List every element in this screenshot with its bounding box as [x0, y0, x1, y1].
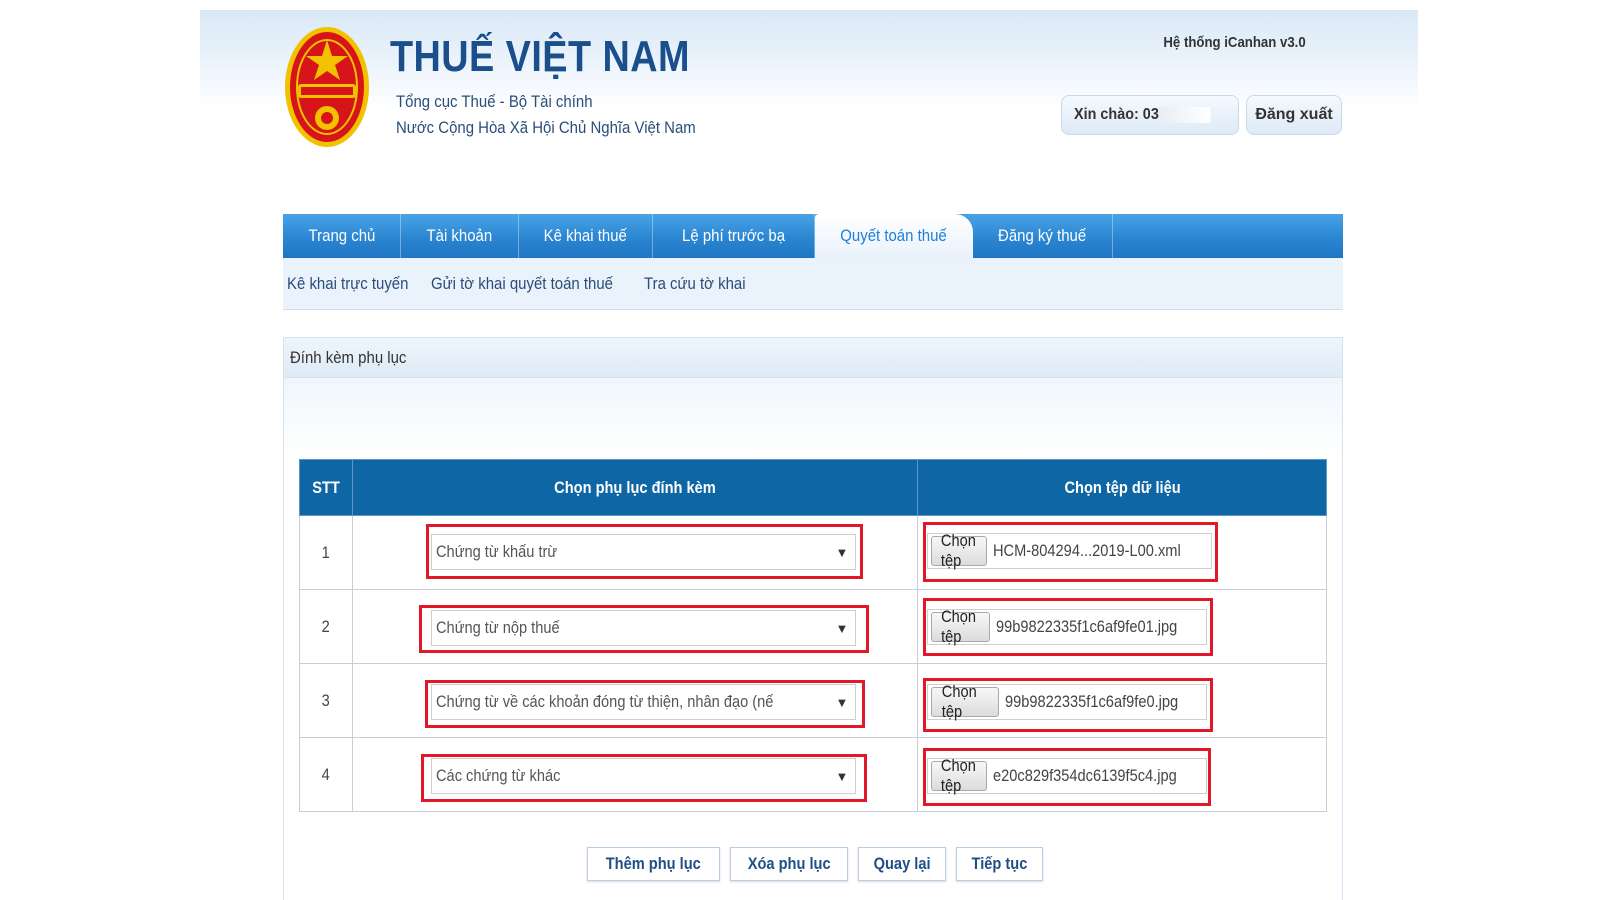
tab-label: Trang chủ: [308, 226, 375, 245]
greeting-text: Xin chào: 03: [1074, 106, 1216, 124]
tab-label: Kê khai thuế: [543, 226, 628, 245]
tab-label: Tài khoản: [426, 226, 493, 245]
tab-quyet-toan-thue[interactable]: Quyết toán thuế: [815, 214, 973, 258]
redacted-user-id: [1158, 106, 1211, 123]
select-value: Chứng từ về các khoản đóng từ thiện, nhâ…: [435, 692, 774, 711]
choose-file-button[interactable]: Chọn tệp: [931, 756, 987, 795]
table-row: 3 Chứng từ về các khoản đóng từ thiện, n…: [299, 663, 1327, 738]
subnav-tra-cuu-to-khai[interactable]: Tra cứu tờ khai: [644, 274, 746, 294]
file-name: HCM-804294...2019-L00.xml: [993, 541, 1181, 560]
button-label: Quay lại: [873, 854, 931, 873]
row-stt: 4: [299, 737, 353, 812]
brand-title: THUẾ VIỆT NAM: [390, 32, 690, 81]
tab-ke-khai-thue[interactable]: Kê khai thuế: [519, 214, 653, 258]
panel-title: Đính kèm phụ lục: [290, 347, 407, 367]
chevron-down-icon: ▼: [835, 694, 849, 710]
header-file: Chọn tệp dữ liệu: [917, 459, 1327, 516]
greeting-label: Xin chào: 03: [1074, 106, 1159, 123]
brand-subtitle-country: Nước Cộng Hòa Xã Hội Chủ Nghĩa Việt Nam: [396, 118, 696, 137]
tab-dang-ky-thue[interactable]: Đăng ký thuế: [973, 214, 1113, 258]
appendix-select[interactable]: Chứng từ về các khoản đóng từ thiện, nhâ…: [430, 684, 856, 720]
header-appendix: Chọn phụ lục đính kèm: [351, 459, 919, 516]
button-label: Xóa phụ lục: [747, 854, 831, 873]
tab-label: Đăng ký thuế: [998, 226, 1087, 245]
row-stt: 2: [299, 589, 353, 664]
select-value: Chứng từ nộp thuế: [435, 618, 560, 637]
table-row: 2 Chứng từ nộp thuế ▼ Chọn tệp 99b982233…: [299, 589, 1327, 664]
button-label: Thêm phụ lục: [605, 854, 701, 873]
choose-file-label: Chọn tệp: [941, 531, 977, 570]
tab-trang-chu[interactable]: Trang chủ: [283, 214, 401, 258]
chevron-down-icon: ▼: [835, 620, 849, 636]
select-value: Chứng từ khấu trừ: [435, 542, 558, 561]
main-nav: Trang chủ Tài khoản Kê khai thuế Lệ phí …: [283, 214, 1343, 258]
button-label: Tiếp tục: [971, 854, 1028, 873]
file-input[interactable]: Chọn tệp HCM-804294...2019-L00.xml: [927, 531, 1213, 570]
chevron-down-icon: ▼: [835, 544, 849, 560]
choose-file-button[interactable]: Chọn tệp: [931, 531, 988, 570]
file-name: e20c829f354dc6139f5c4.jpg: [992, 766, 1177, 785]
panel-header: Đính kèm phụ lục: [284, 338, 1342, 378]
appendix-select[interactable]: Chứng từ khấu trừ ▼: [430, 534, 856, 570]
logout-button[interactable]: Đăng xuất: [1246, 95, 1342, 135]
appendix-table: STT Chọn phụ lục đính kèm Chọn tệp dữ li…: [299, 459, 1327, 812]
file-name: 99b9822335f1c6af9fe0.jpg: [1005, 692, 1179, 711]
table-row: 4 Các chứng từ khác ▼ Chọn tệp e20c829f3…: [299, 737, 1327, 812]
brand-subtitle-agency: Tổng cục Thuế - Bộ Tài chính: [396, 92, 593, 111]
stt-value: 1: [321, 542, 331, 562]
row-file-cell: Chọn tệp 99b9822335f1c6af9fe01.jpg: [917, 589, 1327, 664]
header-label: Chọn phụ lục đính kèm: [554, 477, 716, 497]
panel-band: [284, 378, 1342, 458]
stt-value: 4: [321, 764, 331, 784]
tab-le-phi-truoc-ba[interactable]: Lệ phí trước bạ: [653, 214, 815, 258]
stt-value: 2: [321, 616, 331, 636]
tab-label: Quyết toán thuế: [840, 226, 947, 245]
header-background: [200, 10, 1418, 110]
tab-label: Lệ phí trước bạ: [682, 226, 786, 245]
back-button[interactable]: Quay lại: [857, 847, 947, 881]
sub-nav: Kê khai trực tuyến Gửi tờ khai quyết toá…: [283, 258, 1343, 310]
file-name: 99b9822335f1c6af9fe01.jpg: [995, 617, 1177, 636]
file-input[interactable]: Chọn tệp 99b9822335f1c6af9fe01.jpg: [927, 607, 1208, 646]
appendix-select[interactable]: Các chứng từ khác ▼: [430, 758, 856, 794]
greeting-box: Xin chào: 03: [1061, 95, 1239, 135]
subnav-gui-to-khai[interactable]: Gửi tờ khai quyết toán thuế: [431, 274, 613, 294]
action-bar: Thêm phụ lục Xóa phụ lục Quay lại Tiếp t…: [284, 847, 1344, 881]
row-appendix-cell: Chứng từ khấu trừ ▼: [351, 515, 919, 590]
choose-file-label: Chọn tệp: [942, 682, 978, 721]
row-appendix-cell: Chứng từ nộp thuế ▼: [351, 589, 919, 664]
choose-file-button[interactable]: Chọn tệp: [931, 682, 1000, 721]
delete-appendix-button[interactable]: Xóa phụ lục: [729, 847, 848, 881]
row-stt: 1: [299, 515, 353, 590]
choose-file-label: Chọn tệp: [941, 607, 977, 646]
row-stt: 3: [299, 663, 353, 738]
header-stt: STT: [299, 459, 353, 516]
header-label: Chọn tệp dữ liệu: [1064, 477, 1181, 497]
choose-file-button[interactable]: Chọn tệp: [931, 607, 990, 646]
table-row: 1 Chứng từ khấu trừ ▼ Chọn tệp HCM-80429…: [299, 515, 1327, 590]
system-version: Hệ thống iCanhan v3.0: [1163, 34, 1306, 51]
stt-value: 3: [321, 690, 331, 710]
appendix-select[interactable]: Chứng từ nộp thuế ▼: [430, 610, 856, 646]
add-appendix-button[interactable]: Thêm phụ lục: [587, 847, 720, 881]
header-label: STT: [312, 477, 340, 497]
row-file-cell: Chọn tệp 99b9822335f1c6af9fe0.jpg: [917, 663, 1327, 738]
file-input[interactable]: Chọn tệp 99b9822335f1c6af9fe0.jpg: [927, 682, 1208, 721]
row-appendix-cell: Các chứng từ khác ▼: [351, 737, 919, 812]
national-emblem-icon: [285, 27, 369, 147]
table-header-row: STT Chọn phụ lục đính kèm Chọn tệp dữ li…: [299, 459, 1327, 516]
page: THUẾ VIỆT NAM Tổng cục Thuế - Bộ Tài chí…: [200, 10, 1418, 900]
attach-appendix-panel: Đính kèm phụ lục STT Chọn phụ lục đính k…: [283, 337, 1343, 900]
chevron-down-icon: ▼: [835, 768, 849, 784]
select-value: Các chứng từ khác: [435, 766, 561, 785]
row-appendix-cell: Chứng từ về các khoản đóng từ thiện, nhâ…: [351, 663, 919, 738]
row-file-cell: Chọn tệp HCM-804294...2019-L00.xml: [917, 515, 1327, 590]
row-file-cell: Chọn tệp e20c829f354dc6139f5c4.jpg: [917, 737, 1327, 812]
tab-tai-khoan[interactable]: Tài khoản: [401, 214, 519, 258]
continue-button[interactable]: Tiếp tục: [956, 847, 1043, 881]
file-input[interactable]: Chọn tệp e20c829f354dc6139f5c4.jpg: [927, 756, 1208, 795]
choose-file-label: Chọn tệp: [941, 756, 977, 795]
subnav-ke-khai-truc-tuyen[interactable]: Kê khai trực tuyến: [287, 274, 408, 294]
